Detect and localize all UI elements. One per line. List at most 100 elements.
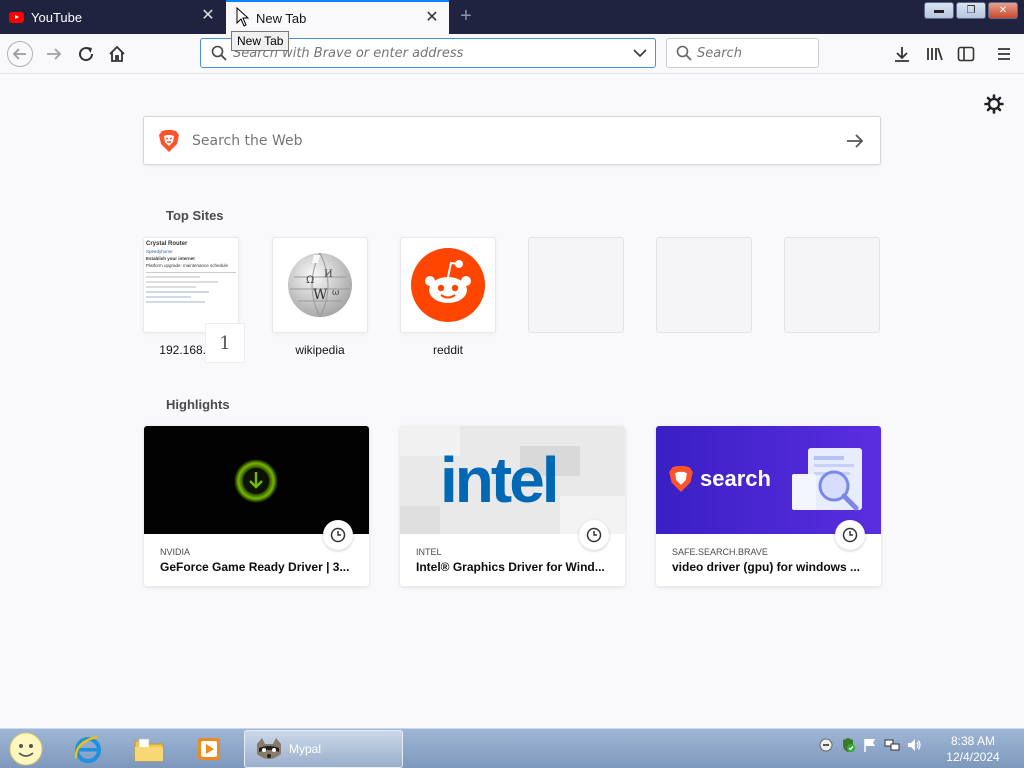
clock-time: 8:38 AM xyxy=(950,734,996,748)
thumb-line: Platform upgrade: maintenance schedule xyxy=(146,263,229,268)
top-site-router[interactable]: Crystal Router Speedyhome Establish your… xyxy=(143,237,245,363)
back-button[interactable] xyxy=(6,40,34,68)
search-icon xyxy=(211,45,227,61)
mouse-cursor-icon xyxy=(236,7,250,27)
hamburger-menu-icon xyxy=(998,48,1010,60)
top-site-empty[interactable] xyxy=(784,237,880,333)
address-input[interactable] xyxy=(233,45,613,61)
close-window-button[interactable]: ✕ xyxy=(988,2,1018,19)
sidebar-button[interactable] xyxy=(952,40,980,68)
navigation-toolbar xyxy=(0,34,1024,74)
tab-title: YouTube xyxy=(31,9,83,25)
gear-icon[interactable] xyxy=(984,94,1004,114)
recent-visit-badge xyxy=(323,520,353,550)
search-bar[interactable] xyxy=(666,38,819,68)
site-badge: 1 xyxy=(205,323,245,363)
highlight-thumbnail xyxy=(144,426,369,534)
top-site-empty[interactable] xyxy=(528,237,624,333)
arrow-right-icon[interactable] xyxy=(846,133,864,149)
close-tab-icon[interactable]: ✕ xyxy=(201,8,215,24)
recent-visit-badge xyxy=(835,520,865,550)
reload-icon xyxy=(79,47,94,62)
nvidia-download-icon xyxy=(234,459,278,503)
media-player-button[interactable] xyxy=(191,732,227,766)
tab-title: New Tab xyxy=(256,10,307,26)
site-thumbnail: Ω И W ω xyxy=(272,237,368,333)
tray-minus-icon[interactable] xyxy=(818,737,834,753)
brave-search-wordmark: search xyxy=(700,466,771,491)
clock-icon xyxy=(330,527,346,543)
top-site-wikipedia[interactable]: Ω И W ω wikipedia xyxy=(272,237,368,357)
chevron-down-icon[interactable] xyxy=(633,47,647,59)
web-search-input[interactable] xyxy=(192,132,812,149)
start-orb-icon xyxy=(9,732,43,766)
search-input[interactable] xyxy=(697,45,807,61)
highlight-card-intel[interactable]: intel INTEL Intel® Graphics Driver for W… xyxy=(400,426,625,586)
empty-tile xyxy=(784,237,880,333)
search-illustration-icon xyxy=(792,448,862,511)
highlight-title: Intel® Graphics Driver for Wind... xyxy=(416,560,605,574)
network-icon[interactable] xyxy=(884,737,900,753)
top-site-empty[interactable] xyxy=(656,237,752,333)
search-icon xyxy=(676,45,692,61)
internet-explorer-icon xyxy=(74,735,101,763)
highlight-title: video driver (gpu) for windows ... xyxy=(672,560,861,574)
brave-logo-icon xyxy=(159,129,179,152)
site-thumbnail: Crystal Router Speedyhome Establish your… xyxy=(143,237,239,333)
tab-youtube[interactable]: YouTube ✕ xyxy=(0,0,225,34)
recent-visit-badge xyxy=(579,520,609,550)
clock-date: 12/4/2024 xyxy=(946,750,1000,764)
thumb-line: Establish your internet xyxy=(146,256,195,261)
download-icon xyxy=(895,47,909,62)
highlight-card-brave-search[interactable]: search SAFE.SEARCH.BRAVE video driver (g… xyxy=(656,426,881,586)
internet-explorer-button[interactable] xyxy=(70,732,106,766)
site-label: wikipedia xyxy=(295,343,345,357)
system-tray xyxy=(818,737,922,753)
downloads-button[interactable] xyxy=(888,40,916,68)
new-tab-button[interactable]: + xyxy=(455,5,477,27)
wikipedia-globe-icon: Ω И W ω xyxy=(288,252,352,318)
highlight-card-nvidia[interactable]: NVIDIA GeForce Game Ready Driver | 3... xyxy=(144,426,369,586)
empty-tile xyxy=(528,237,624,333)
volume-icon[interactable] xyxy=(906,737,922,753)
maximize-button[interactable]: ❐ xyxy=(956,2,986,19)
back-arrow-icon xyxy=(7,41,33,67)
file-explorer-button[interactable] xyxy=(131,732,167,766)
security-shield-icon[interactable] xyxy=(840,737,856,753)
reload-button[interactable] xyxy=(72,40,100,68)
thumb-line: Speedyhome xyxy=(146,249,173,254)
top-sites-heading: Top Sites xyxy=(166,208,224,223)
top-site-reddit[interactable]: reddit xyxy=(400,237,496,357)
highlight-title: GeForce Game Ready Driver | 3... xyxy=(160,560,350,574)
minimize-button[interactable]: ▬ xyxy=(924,2,954,19)
task-label: Mypal xyxy=(289,742,322,756)
brave-logo-icon xyxy=(669,466,693,492)
highlights-heading: Highlights xyxy=(166,397,230,412)
media-player-icon xyxy=(198,738,220,760)
window-controls: ▬ ❐ ✕ xyxy=(924,2,1018,19)
close-tab-icon[interactable]: ✕ xyxy=(425,10,439,26)
tab-strip: YouTube ✕ New Tab ✕ + ▬ ❐ ✕ xyxy=(0,0,1024,34)
home-button[interactable] xyxy=(103,40,131,68)
tab-new-tab[interactable]: New Tab ✕ xyxy=(226,0,449,34)
svg-text:ω: ω xyxy=(332,288,339,298)
empty-tile xyxy=(656,237,752,333)
forward-button[interactable] xyxy=(40,40,68,68)
svg-text:Ω: Ω xyxy=(306,275,314,286)
highlight-thumbnail: search xyxy=(656,426,881,534)
taskbar-clock[interactable]: 8:38 AM 12/4/2024 xyxy=(938,733,1008,765)
intel-logo: intel xyxy=(440,444,560,516)
start-button[interactable] xyxy=(8,732,44,766)
menu-button[interactable] xyxy=(990,40,1018,68)
forward-arrow-icon xyxy=(47,48,62,60)
highlight-source: INTEL xyxy=(416,547,442,557)
sidebar-icon xyxy=(957,46,975,62)
clock-icon xyxy=(842,527,858,543)
library-button[interactable] xyxy=(920,40,948,68)
svg-text:W: W xyxy=(313,287,328,303)
tab-tooltip: New Tab xyxy=(231,31,290,51)
action-center-flag-icon[interactable] xyxy=(862,737,878,753)
web-search-box[interactable] xyxy=(143,116,881,165)
highlight-source: NVIDIA xyxy=(160,547,191,557)
taskbar-task-mypal[interactable]: Mypal xyxy=(244,730,403,768)
